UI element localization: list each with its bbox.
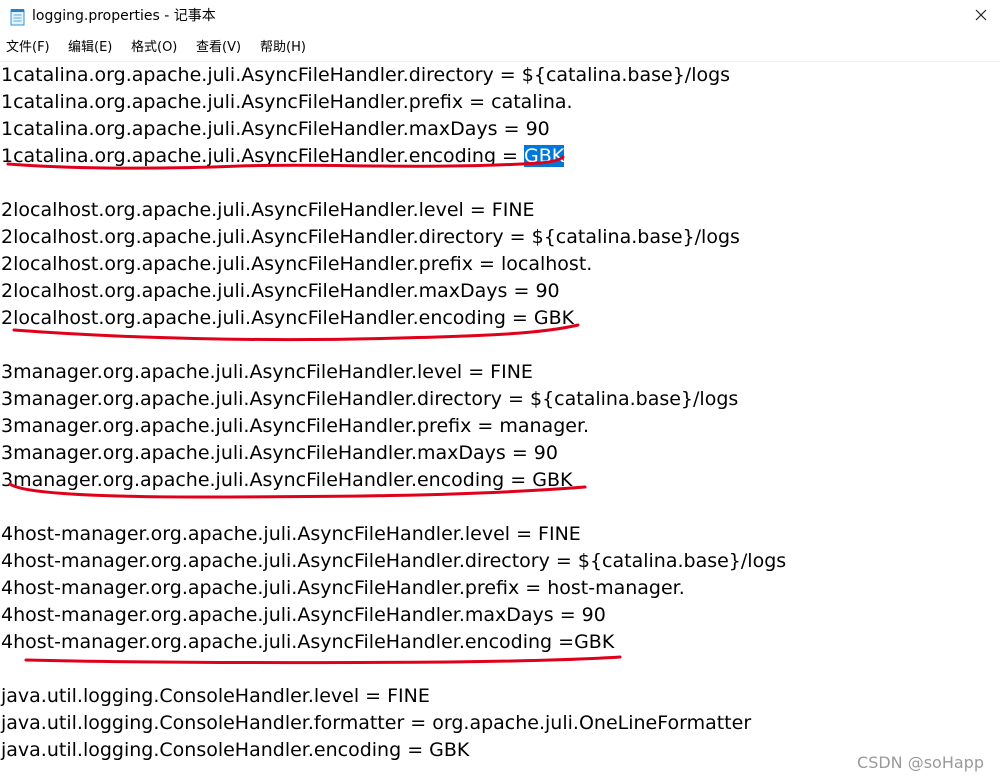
text-line: 4host-manager.org.apache.juli.AsyncFileH… [1,523,581,545]
text-line: 4host-manager.org.apache.juli.AsyncFileH… [1,550,787,572]
text-selection: GBK [524,145,565,167]
menu-bar: 文件(F) 编辑(E) 格式(O) 查看(V) 帮助(H) [0,36,1000,60]
menu-file[interactable]: 文件(F) [6,39,50,57]
text-line: 3manager.org.apache.juli.AsyncFileHandle… [1,469,573,491]
window-title: logging.properties - 记事本 [32,8,216,24]
text-line: 1catalina.org.apache.juli.AsyncFileHandl… [1,64,731,86]
menu-help[interactable]: 帮助(H) [260,39,306,57]
text-line: java.util.logging.ConsoleHandler.formatt… [1,712,752,734]
text-line: 4host-manager.org.apache.juli.AsyncFileH… [1,604,606,626]
menu-format[interactable]: 格式(O) [131,39,177,57]
text-line: 2localhost.org.apache.juli.AsyncFileHand… [1,307,575,329]
text-line: java.util.logging.ConsoleHandler.level =… [1,685,430,707]
text-editor[interactable]: 1catalina.org.apache.juli.AsyncFileHandl… [0,61,1000,783]
text-line: 1catalina.org.apache.juli.AsyncFileHandl… [1,118,550,140]
text-line-content: 1catalina.org.apache.juli.AsyncFileHandl… [1,145,525,167]
text-line-selected: 1catalina.org.apache.juli.AsyncFileHandl… [1,143,565,170]
text-line: 4host-manager.org.apache.juli.AsyncFileH… [1,631,615,653]
watermark: CSDN @soHapp [857,753,984,772]
notepad-icon [10,9,25,26]
close-icon [975,9,987,21]
text-line: java.util.logging.ConsoleHandler.encodin… [1,739,470,761]
text-line: 2localhost.org.apache.juli.AsyncFileHand… [1,199,535,221]
close-button[interactable] [960,0,1000,32]
title-bar: logging.properties - 记事本 [0,0,1000,34]
menu-edit[interactable]: 编辑(E) [68,39,112,57]
text-line: 1catalina.org.apache.juli.AsyncFileHandl… [1,91,573,113]
text-line: 3manager.org.apache.juli.AsyncFileHandle… [1,388,739,410]
text-line: 3manager.org.apache.juli.AsyncFileHandle… [1,361,533,383]
text-line: 2localhost.org.apache.juli.AsyncFileHand… [1,280,560,302]
text-line: 3manager.org.apache.juli.AsyncFileHandle… [1,442,558,464]
text-line: 4host-manager.org.apache.juli.AsyncFileH… [1,577,685,599]
menu-view[interactable]: 查看(V) [196,39,241,57]
text-line: 2localhost.org.apache.juli.AsyncFileHand… [1,253,593,275]
text-line: 2localhost.org.apache.juli.AsyncFileHand… [1,226,740,248]
text-line: 3manager.org.apache.juli.AsyncFileHandle… [1,415,590,437]
